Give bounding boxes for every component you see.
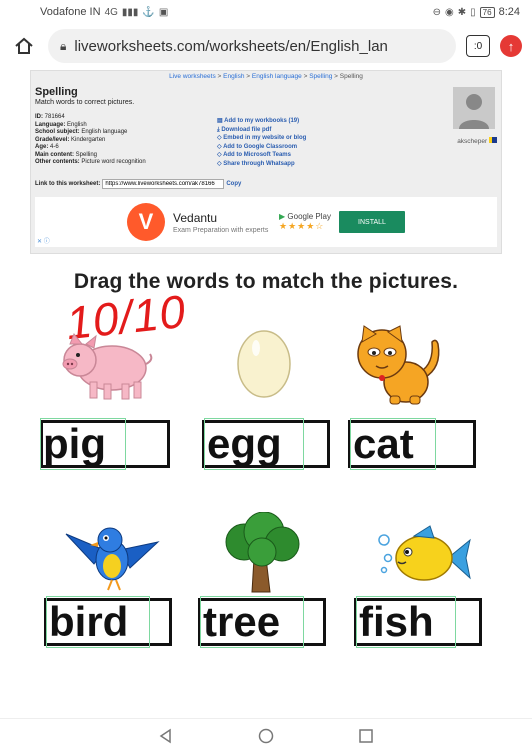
battery-level: 76: [479, 6, 495, 18]
breadcrumb-spelling[interactable]: Spelling: [309, 73, 332, 80]
egg-icon: [237, 330, 291, 398]
add-to-workbooks-link[interactable]: ▤ Add to my workbooks (19): [217, 117, 306, 126]
google-play-icon: ▶: [279, 212, 286, 221]
worksheet-actions: ▤ Add to my workbooks (19) ⤓ Download fi…: [217, 117, 306, 168]
url-text: liveworksheets.com/worksheets/en/English…: [74, 37, 388, 55]
rating-stars: ★★★★☆: [279, 221, 325, 231]
status-bar: Vodafone IN 4G ▮▮▮ ⚓ ▣ ⊖ ◉ ✱ ▯ 76 8:24: [0, 0, 532, 24]
worksheet-link-field[interactable]: [102, 179, 225, 189]
arrow-up-icon: ↑: [507, 38, 515, 54]
vedantu-logo-icon: V: [127, 203, 165, 241]
bird-icon: [65, 527, 160, 591]
recents-button[interactable]: [356, 726, 376, 746]
ad-close-icon[interactable]: ✕ ⓘ: [37, 236, 50, 245]
browser-toolbar: 🔒︎ liveworksheets.com/worksheets/en/Engl…: [0, 24, 532, 68]
avatar[interactable]: [453, 87, 495, 129]
worksheet-info-panel: Live worksheets > English > English lang…: [30, 70, 502, 254]
home-icon: [15, 37, 33, 54]
home-nav-button[interactable]: [256, 726, 276, 746]
notification-icon: ▣: [158, 6, 169, 18]
ad-store: Google Play: [287, 212, 331, 221]
home-circle-icon: [258, 728, 274, 743]
breadcrumb-current: Spelling: [339, 73, 363, 80]
ad-brand: Vedantu: [173, 210, 218, 225]
clock: 8:24: [498, 6, 520, 18]
microsoft-teams-link[interactable]: ◇ Add to Microsoft Teams: [217, 151, 306, 160]
download-pdf-link[interactable]: ⤓ Download file pdf: [217, 126, 306, 135]
flag-icon: [489, 137, 497, 143]
user-icon: [459, 94, 489, 129]
ad-tagline: Exam Preparation with experts: [173, 226, 269, 234]
back-triangle-icon: [159, 728, 171, 743]
embed-link[interactable]: ◇ Embed in my website or blog: [217, 134, 306, 143]
word-pig[interactable]: pig: [40, 418, 126, 470]
back-button[interactable]: [156, 726, 176, 746]
word-bird[interactable]: bird: [46, 596, 150, 648]
install-button[interactable]: INSTALL: [338, 211, 405, 233]
tabs-button[interactable]: :0: [466, 35, 490, 57]
system-navigation-bar: [0, 718, 532, 752]
word-egg[interactable]: egg: [204, 418, 304, 470]
advertisement[interactable]: V Vedantu Exam Preparation with experts …: [35, 197, 497, 247]
worksheet-link-row: Link to this worksheet: Copy: [35, 179, 241, 189]
ad-text: Vedantu Exam Preparation with experts: [173, 211, 271, 234]
link-label: Link to this worksheet:: [35, 181, 101, 187]
home-button[interactable]: [10, 32, 38, 60]
breadcrumb-english[interactable]: English: [223, 73, 244, 80]
lock-icon: 🔒︎: [60, 38, 67, 53]
ad-store-info: ▶ Google Play ★★★★☆: [279, 212, 331, 232]
recents-square-icon: [359, 728, 373, 743]
carrier-name: Vodafone IN: [40, 6, 101, 18]
signal-icon: ▮▮▮: [121, 6, 139, 18]
whatsapp-share-link[interactable]: ◇ Share through Whatsapp: [217, 160, 306, 169]
author-name[interactable]: akscheper: [457, 137, 497, 145]
worksheet-subtitle: Match words to correct pictures.: [35, 99, 135, 106]
tree-icon: [225, 512, 300, 593]
google-classroom-link[interactable]: ◇ Add to Google Classroom: [217, 143, 306, 152]
eye-icon: ◉: [445, 6, 454, 18]
cat-icon: [357, 325, 440, 405]
dnd-icon: ⊖: [432, 6, 442, 18]
extension-button[interactable]: ↑: [500, 35, 522, 57]
pig-icon: [62, 333, 153, 400]
copy-button[interactable]: Copy: [226, 181, 241, 187]
word-cat[interactable]: cat: [350, 418, 436, 470]
address-bar[interactable]: 🔒︎ liveworksheets.com/worksheets/en/Engl…: [48, 29, 456, 63]
bluetooth-icon: ✱: [457, 6, 467, 18]
word-tree[interactable]: tree: [200, 596, 304, 648]
worksheet-title: Spelling: [35, 86, 78, 98]
vibrate-icon: ▯: [470, 6, 476, 18]
exercise-instructions: Drag the words to match the pictures.: [73, 270, 459, 293]
word-fish[interactable]: fish: [356, 596, 456, 648]
fish-icon: [378, 525, 471, 581]
breadcrumb: Live worksheets > English > English lang…: [169, 73, 363, 80]
network-type: 4G: [104, 6, 118, 18]
breadcrumb-live-worksheets[interactable]: Live worksheets: [169, 73, 216, 80]
breadcrumb-english-language[interactable]: English language: [252, 73, 302, 80]
usb-icon: ⚓: [142, 6, 155, 18]
